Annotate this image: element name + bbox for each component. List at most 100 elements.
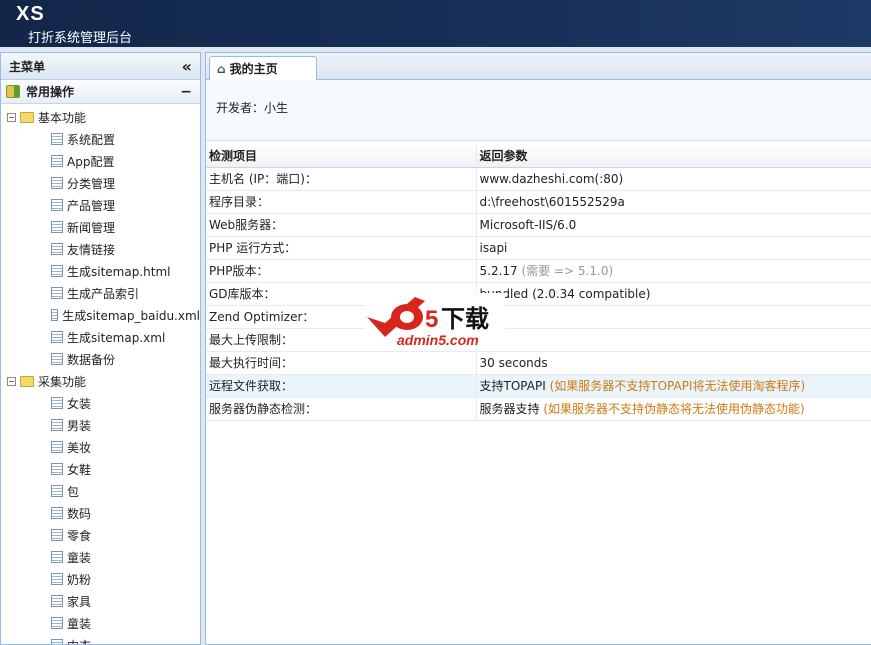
tree-item[interactable]: 童装 bbox=[1, 546, 200, 568]
tree-group[interactable]: − 采集功能 bbox=[1, 370, 200, 392]
value-text: Microsoft-IIS/6.0 bbox=[479, 217, 577, 232]
main-panel: ⌂ 我的主页 开发者：小生 检测项目 返回参数 主机名 (IP：端口)： www.… bbox=[205, 52, 871, 645]
folder-arrow-icon bbox=[6, 85, 20, 98]
page-icon bbox=[51, 551, 63, 563]
value-note: (如果服务器不支持伪静态将无法使用伪静态功能) bbox=[543, 402, 805, 416]
collapse-toggle-icon[interactable]: − bbox=[7, 112, 16, 122]
value-text: isapi bbox=[479, 240, 508, 255]
tree-item-label: 生成sitemap_baidu.xml bbox=[62, 308, 200, 323]
tree-item-label: 系统配置 bbox=[67, 132, 116, 147]
check-value: d:\freehost\601552529a bbox=[476, 190, 871, 214]
tree-item[interactable]: 男装 bbox=[1, 414, 200, 436]
value-text: www.dazheshi.com(:80) bbox=[479, 171, 624, 186]
table-row: 最大上传限制： bbox=[206, 328, 871, 352]
value-text: d:\freehost\601552529a bbox=[479, 194, 625, 209]
value-text: bundled (2.0.34 compatible) bbox=[479, 286, 651, 301]
table-row: 程序目录： d:\freehost\601552529a bbox=[206, 190, 871, 214]
page-icon bbox=[51, 617, 63, 629]
tree-item[interactable]: 数码 bbox=[1, 502, 200, 524]
tree-item-label: 生成产品索引 bbox=[67, 286, 140, 301]
folder-icon bbox=[20, 375, 34, 387]
tree-item-label: 家具 bbox=[67, 594, 92, 609]
tree-item-label: 女鞋 bbox=[67, 462, 92, 477]
app-logo: XS bbox=[16, 3, 45, 25]
check-value: 30 seconds bbox=[476, 351, 871, 375]
sidebar: 主菜单 « 常用操作 − − 基本功能系统配置 App配置分类管理产品管理 新闻管理友… bbox=[0, 52, 201, 645]
app-header: XS 打折系统管理后台 bbox=[0, 0, 871, 47]
page-icon bbox=[51, 529, 63, 541]
page-icon bbox=[51, 507, 63, 519]
check-item: 最大执行时间： bbox=[206, 351, 477, 375]
sidebar-title: 主菜单 bbox=[9, 59, 46, 74]
column-header: 返回参数 bbox=[476, 144, 871, 168]
value-text: 30 seconds bbox=[479, 355, 548, 370]
tree-item-label: 内衣 bbox=[67, 637, 91, 645]
tab-home[interactable]: ⌂ 我的主页 bbox=[209, 56, 317, 80]
tree-item-label: 童装 bbox=[67, 616, 92, 631]
page-icon bbox=[51, 485, 63, 497]
svg-text:下载: 下载 bbox=[441, 305, 489, 333]
page-icon bbox=[51, 463, 63, 475]
tree-item[interactable]: 生成sitemap.xml bbox=[1, 326, 200, 348]
tree-item[interactable]: 内衣 bbox=[1, 634, 200, 645]
a5-logo-image: 5 下载 admin5.com bbox=[367, 297, 489, 348]
tree-item[interactable]: 零食 bbox=[1, 524, 200, 546]
tree-item[interactable]: 包 bbox=[1, 480, 200, 502]
tree-item-label: 奶粉 bbox=[67, 572, 92, 587]
tree-group[interactable]: − 基本功能 bbox=[1, 106, 200, 128]
tree-item[interactable]: 女装 bbox=[1, 392, 200, 414]
page-icon bbox=[51, 133, 63, 145]
tab-bar: ⌂ 我的主页 bbox=[206, 53, 871, 80]
page-icon bbox=[51, 353, 63, 365]
tree-item-label: 生成sitemap.xml bbox=[67, 330, 166, 345]
tree-item[interactable]: 分类管理 bbox=[1, 172, 200, 194]
developer-info: 开发者：小生 bbox=[206, 80, 871, 141]
tree-item-label: 友情链接 bbox=[67, 242, 116, 257]
tree-item[interactable]: App配置 bbox=[1, 150, 200, 172]
section-title: 常用操作 bbox=[26, 85, 75, 99]
check-value: bundled (2.0.34 compatible) bbox=[476, 282, 871, 306]
check-value bbox=[476, 305, 871, 329]
check-item: 程序目录： bbox=[206, 190, 477, 214]
tree-item[interactable]: 产品管理 bbox=[1, 194, 200, 216]
sidebar-header: 主菜单 « bbox=[1, 53, 200, 80]
tree-item[interactable]: 生成产品索引 bbox=[1, 282, 200, 304]
page-icon bbox=[51, 639, 63, 644]
page-icon bbox=[51, 199, 63, 211]
check-value: 服务器支持 (如果服务器不支持伪静态将无法使用伪静态功能) bbox=[476, 397, 871, 421]
table-row: Web服务器： Microsoft-IIS/6.0 bbox=[206, 213, 871, 237]
home-icon: ⌂ bbox=[217, 61, 226, 76]
page-icon bbox=[51, 243, 63, 255]
section-toggle-icon[interactable]: − bbox=[180, 84, 192, 100]
check-value: Microsoft-IIS/6.0 bbox=[476, 213, 871, 237]
section-common[interactable]: 常用操作 − bbox=[1, 80, 200, 104]
tree-item[interactable]: 数据备份 bbox=[1, 348, 200, 370]
tree-item[interactable]: 生成sitemap.html bbox=[1, 260, 200, 282]
check-item: 主机名 (IP：端口)： bbox=[206, 167, 477, 191]
check-item: Web服务器： bbox=[206, 213, 477, 237]
page-icon bbox=[51, 441, 63, 453]
page-icon bbox=[51, 331, 63, 343]
tree-item[interactable]: 新闻管理 bbox=[1, 216, 200, 238]
tree-item[interactable]: 女鞋 bbox=[1, 458, 200, 480]
collapse-sidebar-icon[interactable]: « bbox=[182, 57, 192, 76]
tree-item[interactable]: 奶粉 bbox=[1, 568, 200, 590]
tree-item[interactable]: 童装 bbox=[1, 612, 200, 634]
table-row: 远程文件获取： 支持TOPAPI (如果服务器不支持TOPAPI将无法使用淘客程序… bbox=[206, 374, 871, 398]
tree-item[interactable]: 美妆 bbox=[1, 436, 200, 458]
page-icon bbox=[51, 397, 63, 409]
folder-icon bbox=[20, 111, 34, 123]
tree-item-label: 数据备份 bbox=[67, 352, 116, 367]
tree-item-label: 数码 bbox=[67, 506, 92, 521]
tree-item-label: 分类管理 bbox=[67, 176, 116, 191]
tree-group-label: 基本功能 bbox=[38, 110, 87, 125]
tree-item[interactable]: 家具 bbox=[1, 590, 200, 612]
page-icon bbox=[51, 265, 63, 277]
collapse-toggle-icon[interactable]: − bbox=[7, 376, 16, 386]
page-icon bbox=[51, 573, 63, 585]
check-value: 支持TOPAPI (如果服务器不支持TOPAPI将无法使用淘客程序) bbox=[476, 374, 871, 398]
tree-item[interactable]: 系统配置 bbox=[1, 128, 200, 150]
table-row: 最大执行时间： 30 seconds bbox=[206, 351, 871, 375]
tree-item[interactable]: 生成sitemap_baidu.xml bbox=[1, 304, 200, 326]
tree-item[interactable]: 友情链接 bbox=[1, 238, 200, 260]
